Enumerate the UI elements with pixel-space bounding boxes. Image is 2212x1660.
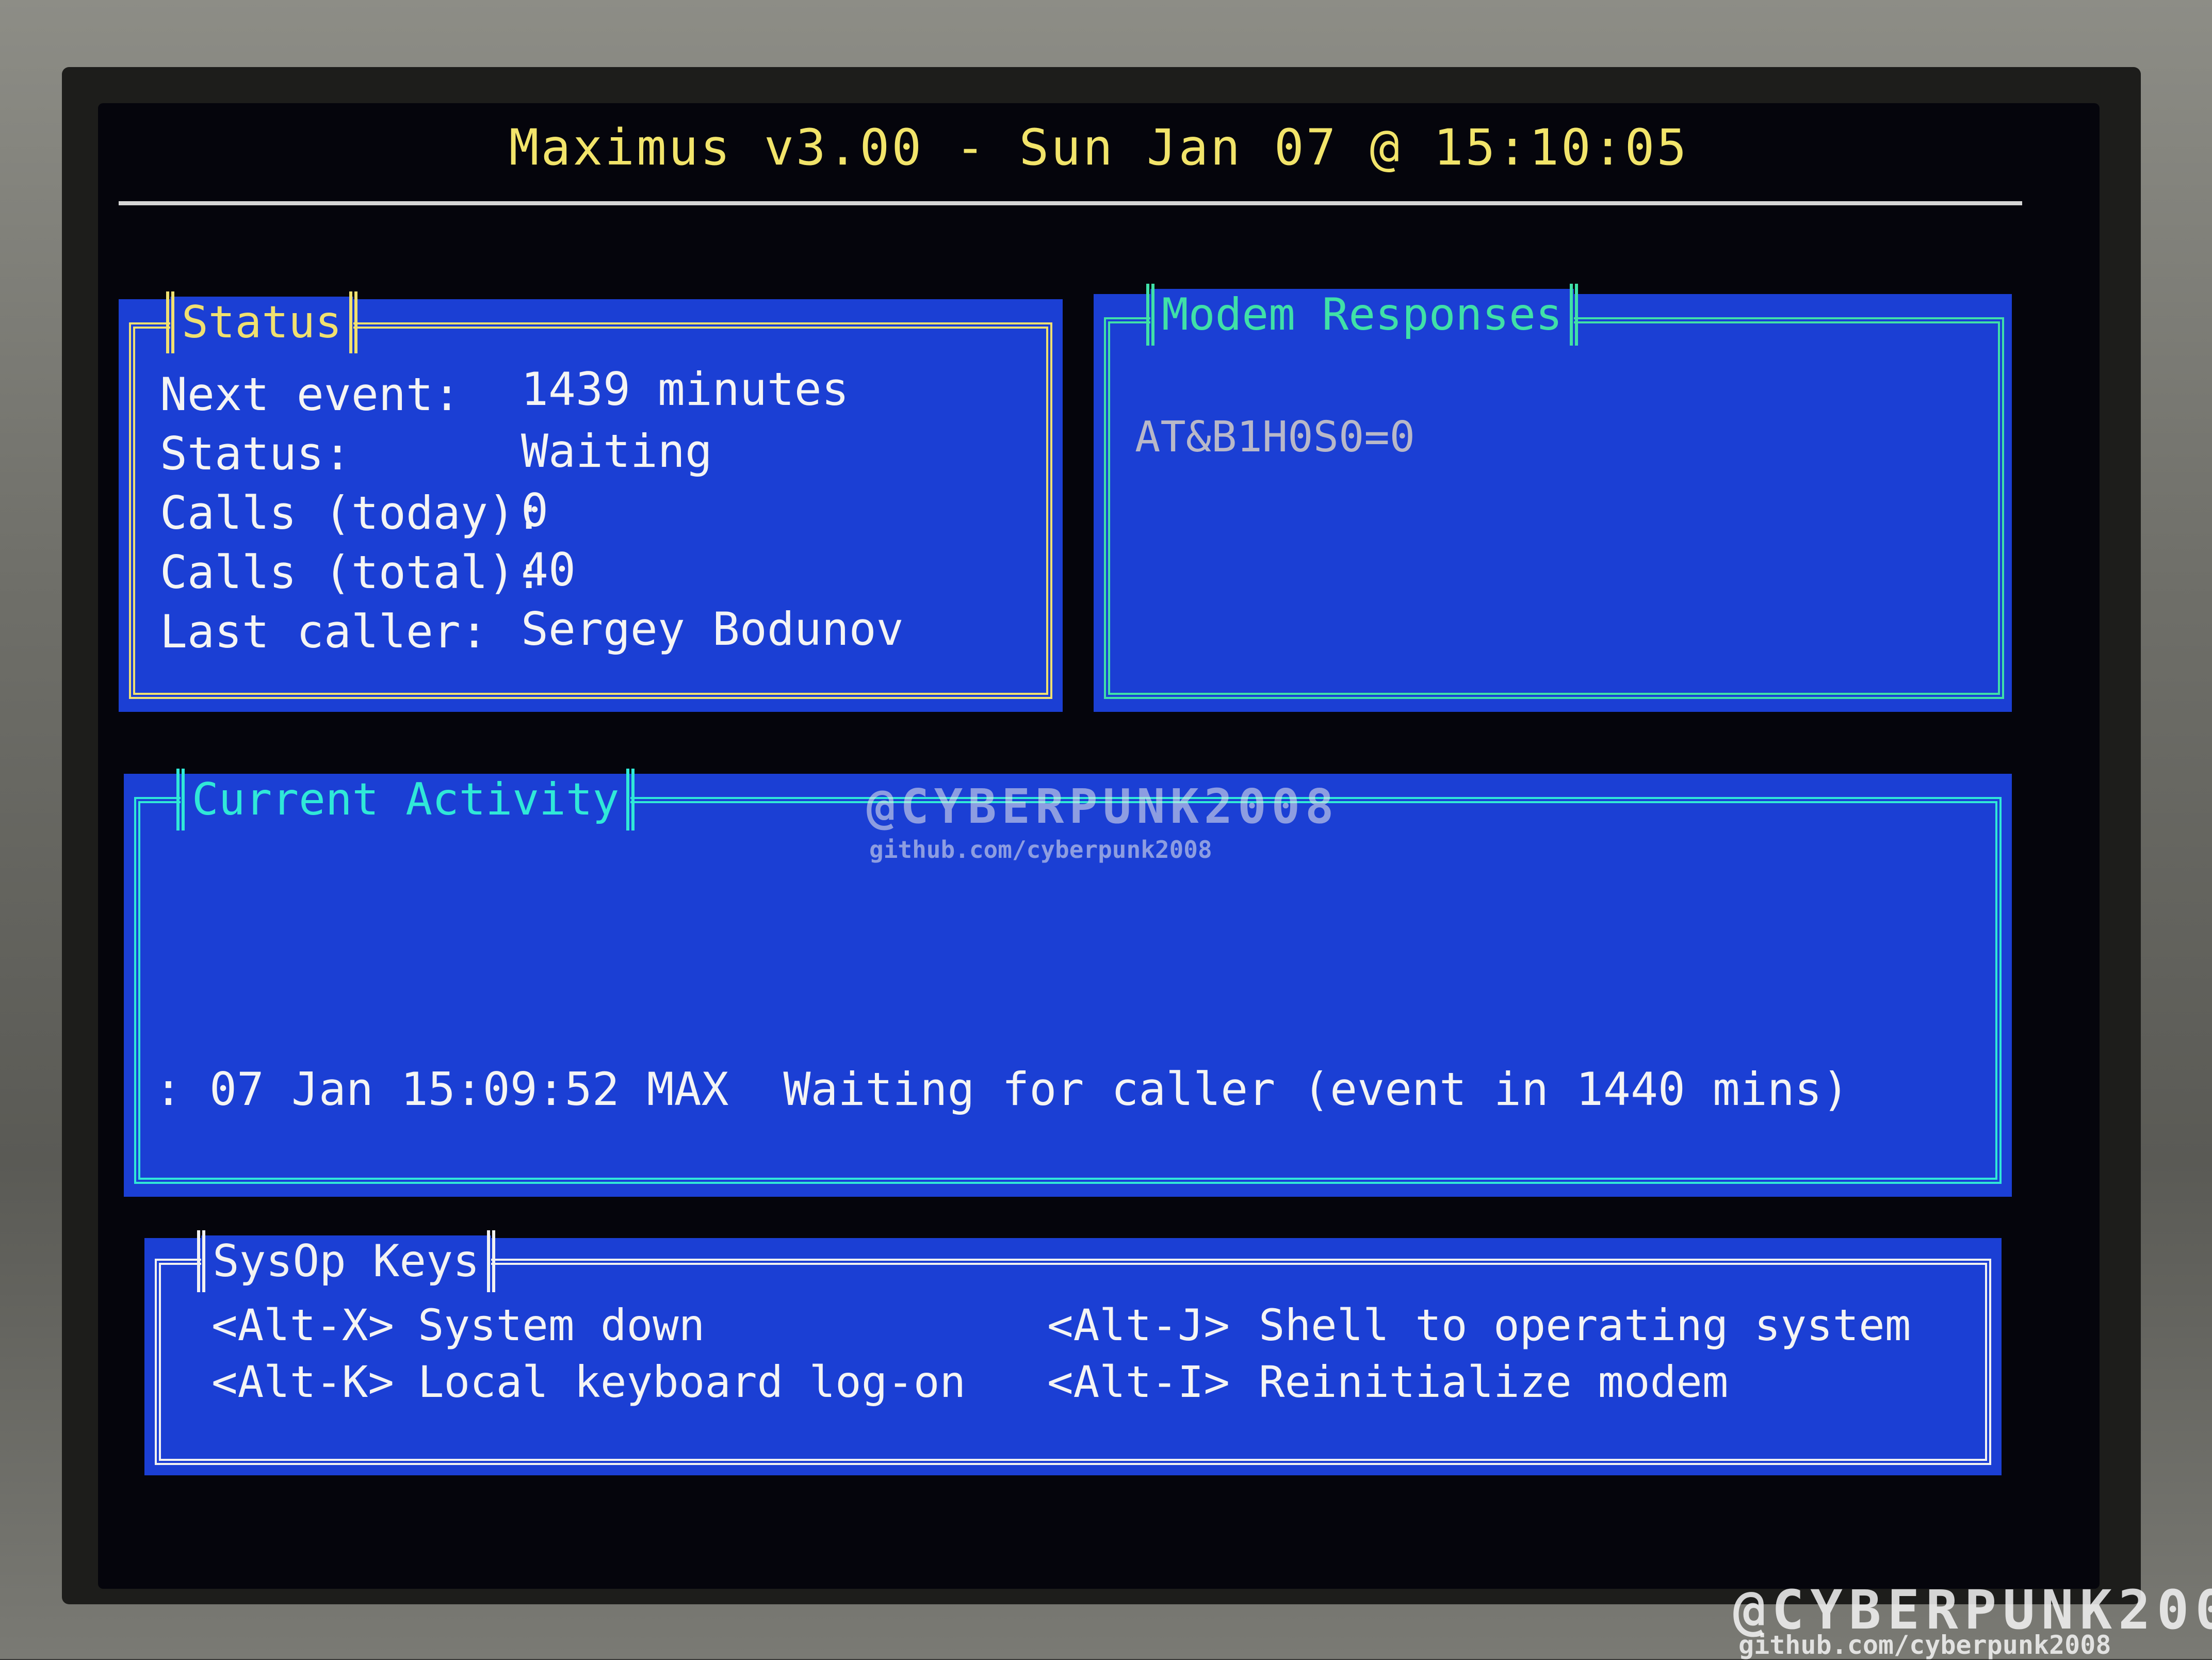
sysop-keys-panel: SysOp Keys <Alt-X> System down <Alt-K> L… [144, 1230, 2002, 1475]
status-panel: Status Next event: 1439 minutes Status: … [119, 291, 1063, 712]
status-label-last-caller: Last caller: [160, 605, 488, 658]
terminal-screen: Maximus v3.00 - Sun Jan 07 @ 15:10:05 St… [98, 103, 2100, 1589]
modem-panel-frame [1104, 317, 2004, 699]
status-label-calls-today: Calls (today): [160, 486, 543, 540]
sysop-key-alt-i: <Alt-I> [1047, 1357, 1230, 1407]
activity-log-line: : 07 Jan 15:09:52 MAX Waiting for caller… [155, 1063, 1849, 1116]
status-value-last-caller: Sergey Bodunov [521, 603, 904, 656]
title-divider [119, 201, 2022, 205]
sysop-panel-title: SysOp Keys [197, 1230, 495, 1292]
watermark-handle: @CYBERPUNK2008 [867, 779, 1339, 834]
sysop-key-alt-j: <Alt-J> [1047, 1300, 1230, 1350]
modem-panel-title: Modem Responses [1146, 284, 1578, 346]
sysop-action-system-down: System down [418, 1300, 705, 1350]
status-value-calls-total: 40 [521, 543, 576, 596]
status-value-calls-today: 0 [521, 484, 548, 537]
sysop-action-shell: Shell to operating system [1259, 1300, 1911, 1350]
corner-watermark-url: github.com/cyberpunk2008 [1738, 1630, 2111, 1660]
watermark-url: github.com/cyberpunk2008 [869, 836, 1212, 864]
activity-panel-title: Current Activity [176, 769, 635, 831]
modem-response-line: AT&B1H0S0=0 [1135, 413, 1416, 462]
sysop-action-local-logon: Local keyboard log-on [418, 1357, 966, 1407]
status-label-calls-total: Calls (total): [160, 546, 543, 599]
status-value-status: Waiting [521, 425, 712, 478]
sysop-key-alt-k: <Alt-K> [212, 1357, 395, 1407]
status-label-next-event: Next event: [160, 368, 461, 421]
window-title: Maximus v3.00 - Sun Jan 07 @ 15:10:05 [509, 119, 1689, 176]
status-label-status: Status: [160, 427, 351, 480]
status-value-next-event: 1439 minutes [521, 363, 849, 416]
sysop-action-reinit-modem: Reinitialize modem [1259, 1357, 1729, 1407]
modem-responses-panel: Modem Responses AT&B1H0S0=0 [1094, 284, 2012, 712]
sysop-key-alt-x: <Alt-X> [212, 1300, 395, 1350]
status-panel-title: Status [166, 291, 357, 353]
